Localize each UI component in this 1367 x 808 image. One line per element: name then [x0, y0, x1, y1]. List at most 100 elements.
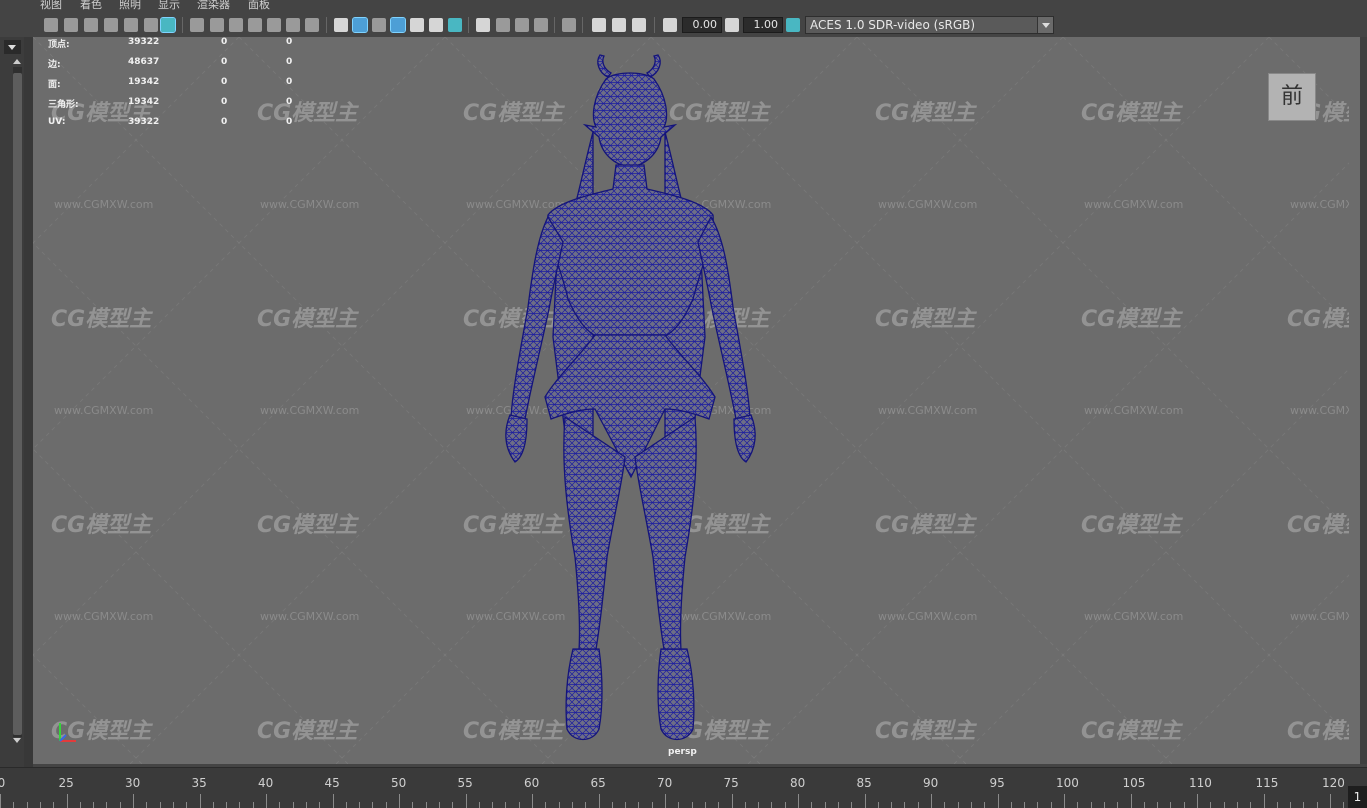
exposure-field[interactable]: 0.00	[682, 17, 722, 33]
frame-tick	[837, 802, 839, 808]
menu-renderer[interactable]: 渲染器	[197, 0, 230, 12]
frame-tick	[771, 802, 773, 808]
wireframe-icon[interactable]	[334, 18, 348, 32]
shadows-icon[interactable]	[448, 18, 462, 32]
toolbar-separator	[582, 17, 583, 33]
frame-tick	[625, 802, 627, 808]
frame-tick	[984, 802, 986, 808]
image-plane-icon[interactable]	[104, 18, 118, 32]
frame-tick	[545, 802, 547, 808]
depth-of-field-icon[interactable]	[534, 18, 548, 32]
color-management-icon[interactable]	[786, 18, 800, 32]
frame-tick	[212, 802, 214, 808]
frame-label: 70	[657, 776, 673, 790]
use-all-lights-icon[interactable]	[429, 18, 443, 32]
xray-active-icon[interactable]	[612, 18, 626, 32]
chevron-down-icon[interactable]	[1037, 17, 1053, 33]
safe-title-icon[interactable]	[305, 18, 319, 32]
time-slider[interactable]: 2025303540455055606570758085909510010511…	[0, 767, 1367, 808]
frame-tick	[53, 802, 55, 808]
frame-tick	[172, 802, 174, 808]
panel-dropdown-button[interactable]	[4, 40, 21, 54]
bookmarks-icon[interactable]	[84, 18, 98, 32]
toolbar-separator	[468, 17, 469, 33]
frame-tick	[305, 802, 307, 808]
frame-tick	[0, 794, 1, 808]
xray-joints-icon[interactable]	[632, 18, 646, 32]
wireframe-on-shaded-icon[interactable]	[390, 17, 406, 33]
current-frame-field[interactable]: 1	[1348, 786, 1367, 808]
frame-tick	[1117, 802, 1119, 808]
gamma-field[interactable]: 1.00	[743, 17, 783, 33]
menu-view[interactable]: 视图	[40, 0, 62, 12]
frame-label: 55	[457, 776, 473, 790]
gate-mask-icon[interactable]	[248, 18, 262, 32]
frame-tick	[1077, 802, 1079, 808]
3d-viewport[interactable]: CG模型主 www.CGMXW.com CG模型主 www.CGMXW.com CG模型…	[33, 37, 1349, 764]
frame-tick	[199, 794, 201, 808]
menu-panels[interactable]: 面板	[248, 0, 270, 12]
grease-pencil-icon[interactable]	[124, 18, 138, 32]
frame-tick	[1090, 802, 1092, 808]
frame-tick	[266, 794, 267, 808]
frame-tick	[26, 802, 28, 808]
frame-label: 110	[1189, 776, 1212, 790]
exposure-icon[interactable]	[663, 18, 677, 32]
frame-tick	[651, 802, 653, 808]
frame-tick	[252, 802, 254, 808]
isolate-select-icon[interactable]	[562, 18, 576, 32]
frame-tick	[345, 802, 347, 808]
safe-action-icon[interactable]	[286, 18, 300, 32]
menu-show[interactable]: 显示	[158, 0, 180, 12]
frame-tick	[66, 794, 68, 808]
frame-label: 115	[1255, 776, 1279, 790]
2d-pan-zoom-icon[interactable]	[144, 18, 158, 32]
frame-label: 35	[191, 776, 207, 790]
frame-tick	[505, 802, 507, 808]
frame-tick	[492, 802, 494, 808]
frame-label: 40	[258, 776, 274, 790]
pencil-icon[interactable]	[160, 17, 176, 33]
frame-tick	[931, 794, 932, 808]
flat-shade-icon[interactable]	[372, 18, 386, 32]
motion-blur-icon[interactable]	[496, 18, 510, 32]
select-camera-icon[interactable]	[44, 18, 58, 32]
scroll-down-icon[interactable]	[13, 738, 21, 743]
frame-tick	[119, 802, 121, 808]
frame-label: 30	[125, 776, 141, 790]
frame-tick	[1210, 802, 1212, 808]
axis-gizmo-icon	[59, 723, 76, 742]
frame-tick	[1143, 802, 1145, 808]
frame-tick	[758, 802, 760, 808]
frame-label: 120	[1322, 776, 1345, 790]
frame-tick	[1290, 802, 1292, 808]
menu-shading[interactable]: 着色	[80, 0, 102, 12]
frame-tick	[359, 802, 361, 808]
field-chart-icon[interactable]	[267, 18, 281, 32]
resolution-gate-icon[interactable]	[229, 18, 243, 32]
xray-icon[interactable]	[592, 18, 606, 32]
view-cube-front[interactable]: 前	[1268, 73, 1316, 121]
frame-label: 85	[856, 776, 872, 790]
gamma-icon[interactable]	[725, 18, 739, 32]
scrollbar-thumb[interactable]	[13, 73, 22, 735]
frame-tick	[226, 802, 228, 808]
scroll-up-icon[interactable]	[13, 59, 21, 64]
grid-icon[interactable]	[190, 18, 204, 32]
toolbar-separator	[554, 17, 555, 33]
film-gate-icon[interactable]	[210, 18, 224, 32]
panel-menu-bar: 视图 着色 照明 显示 渲染器 面板	[34, 0, 1367, 12]
textured-icon[interactable]	[410, 18, 424, 32]
frame-tick	[665, 794, 666, 808]
frame-tick	[279, 802, 281, 808]
frame-tick	[93, 802, 95, 808]
frame-tick	[1343, 802, 1345, 808]
menu-lighting[interactable]: 照明	[119, 0, 141, 12]
multisample-aa-icon[interactable]	[515, 18, 529, 32]
color-space-select[interactable]: ACES 1.0 SDR-video (sRGB)	[805, 16, 1054, 34]
screen-space-ao-icon[interactable]	[476, 18, 490, 32]
smooth-shade-icon[interactable]	[352, 17, 368, 33]
frame-label: 75	[723, 776, 739, 790]
wireframe-character-model[interactable]	[33, 37, 1349, 764]
camera-attributes-icon[interactable]	[64, 18, 78, 32]
